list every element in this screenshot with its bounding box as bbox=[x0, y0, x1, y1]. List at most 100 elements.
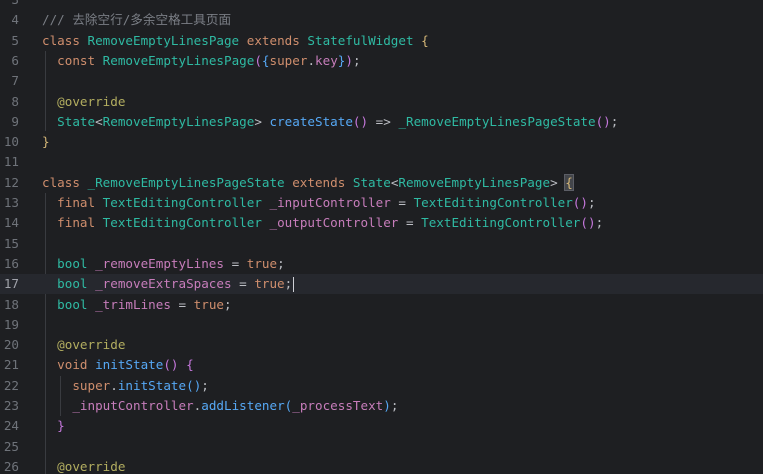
line-number: 5 bbox=[11, 32, 19, 48]
code-token: _inputController bbox=[42, 398, 194, 413]
line-number: 17 bbox=[3, 276, 19, 292]
code-text: _inputController.addListener(_processTex… bbox=[42, 396, 398, 416]
code-line[interactable]: 3 bbox=[0, 0, 763, 10]
code-token: class bbox=[42, 174, 88, 190]
code-line[interactable]: 11 bbox=[0, 152, 763, 172]
code-text: super.initState(); bbox=[42, 376, 209, 396]
code-line[interactable]: 4 /// 去除空行/多余空格工具页面 bbox=[0, 10, 763, 30]
code-token: final bbox=[42, 215, 103, 231]
code-token: ( bbox=[352, 113, 361, 129]
code-token: = bbox=[223, 255, 247, 271]
code-token: { bbox=[261, 52, 270, 68]
line-number: 20 bbox=[3, 337, 19, 353]
code-line[interactable]: 6 const RemoveEmptyLinesPage({super.key}… bbox=[0, 51, 763, 71]
line-number: 6 bbox=[11, 52, 19, 68]
code-token: true bbox=[246, 255, 278, 271]
code-token: State bbox=[42, 113, 96, 129]
code-text: class _RemoveEmptyLinesPageState extends… bbox=[42, 173, 574, 193]
code-token: ( bbox=[580, 215, 588, 231]
code-token: true bbox=[193, 296, 224, 312]
code-text: } bbox=[42, 416, 65, 436]
code-line[interactable]: 5 class RemoveEmptyLinesPage extends Stat… bbox=[0, 31, 763, 51]
code-token: initState bbox=[117, 377, 187, 393]
code-token: { bbox=[421, 32, 429, 48]
code-text: final TextEditingController _outputContr… bbox=[42, 213, 603, 233]
code-token: ) bbox=[170, 357, 179, 373]
code-token: = bbox=[231, 276, 255, 292]
code-line[interactable]: 15 bbox=[0, 234, 763, 254]
line-number: 23 bbox=[3, 398, 19, 413]
code-line[interactable]: 19 bbox=[0, 315, 763, 335]
code-token: => bbox=[368, 113, 399, 129]
code-line[interactable]: 13 final TextEditingController _inputCon… bbox=[0, 193, 763, 213]
code-line[interactable]: 10} bbox=[0, 132, 763, 152]
code-line[interactable]: 20 @override bbox=[0, 335, 763, 355]
line-number: 14 bbox=[3, 215, 19, 231]
code-token: _RemoveEmptyLinesPageState bbox=[87, 174, 285, 190]
code-token: > bbox=[550, 174, 566, 190]
code-token: ( bbox=[254, 52, 262, 68]
code-token: RemoveEmptyLinesPage bbox=[102, 52, 255, 68]
code-token: _trimLines bbox=[95, 296, 171, 312]
code-line[interactable]: 21 void initState() { bbox=[0, 355, 763, 375]
code-text: } bbox=[42, 132, 50, 152]
code-token: super bbox=[42, 377, 111, 393]
code-token: _RemoveEmptyLinesPageState bbox=[398, 113, 596, 129]
line-number: 9 bbox=[11, 113, 19, 129]
code-token: addListener bbox=[201, 398, 285, 413]
code-line[interactable]: 23 _inputController.addListener(_process… bbox=[0, 396, 763, 416]
code-text: class RemoveEmptyLinesPage extends State… bbox=[42, 31, 429, 51]
code-token: = bbox=[390, 195, 414, 210]
code-token: _inputController bbox=[261, 195, 391, 210]
code-text: void initState() { bbox=[42, 355, 194, 375]
code-token: _outputController bbox=[261, 215, 399, 231]
code-line[interactable]: 12 class _RemoveEmptyLinesPageState exten… bbox=[0, 173, 763, 193]
code-token: final bbox=[42, 195, 103, 210]
line-number: 25 bbox=[3, 438, 19, 454]
code-token: ( bbox=[186, 377, 194, 393]
code-line[interactable]: 25 bbox=[0, 437, 763, 457]
code-token: RemoveEmptyLinesPage bbox=[398, 174, 551, 190]
code-token: { bbox=[564, 173, 574, 191]
code-token: _removeEmptyLines bbox=[95, 255, 224, 271]
code-token: ; bbox=[610, 113, 619, 129]
code-text: bool _removeExtraSpaces = true; bbox=[42, 274, 295, 294]
code-text: @override bbox=[42, 457, 125, 474]
code-token: ) bbox=[580, 195, 588, 210]
code-token: initState bbox=[95, 357, 164, 373]
code-token: super bbox=[269, 52, 308, 68]
code-text: @override bbox=[42, 335, 125, 355]
code-editor[interactable]: 3 4 /// 去除空行/多余空格工具页面 5 class RemoveEmptyLin… bbox=[0, 0, 763, 474]
code-token: @override bbox=[42, 93, 126, 109]
code-text: /// 去除空行/多余空格工具页面 bbox=[42, 10, 231, 30]
code-line[interactable]: 8 @override bbox=[0, 92, 763, 112]
code-line[interactable]: 22 super.initState(); bbox=[0, 376, 763, 396]
text-caret bbox=[293, 277, 295, 293]
code-token: class bbox=[42, 32, 88, 48]
code-token: StatefulWidget bbox=[307, 32, 414, 48]
code-line[interactable]: 26 @override bbox=[0, 457, 763, 474]
code-text: @override bbox=[42, 92, 125, 112]
code-token: void bbox=[42, 357, 96, 373]
code-line[interactable]: 14 final TextEditingController _outputCo… bbox=[0, 213, 763, 233]
code-token: ; bbox=[587, 195, 596, 210]
code-token: } bbox=[42, 418, 65, 434]
code-line[interactable]: 24 } bbox=[0, 416, 763, 436]
code-token: ( bbox=[163, 357, 171, 373]
code-token: @override bbox=[42, 337, 126, 353]
code-token: ) bbox=[383, 398, 391, 413]
code-token: . bbox=[110, 377, 118, 393]
code-text: const RemoveEmptyLinesPage({super.key}); bbox=[42, 51, 361, 71]
code-line-current[interactable]: 17 bool _removeExtraSpaces = true; bbox=[0, 274, 763, 295]
code-line[interactable]: 18 bool _trimLines = true; bbox=[0, 295, 763, 315]
line-number: 16 bbox=[3, 255, 19, 271]
code-line[interactable]: 16 bool _removeEmptyLines = true; bbox=[0, 254, 763, 274]
code-token: true bbox=[254, 276, 285, 292]
code-token: ; bbox=[277, 255, 285, 271]
code-token: ; bbox=[352, 52, 361, 68]
code-token: _removeExtraSpaces bbox=[95, 276, 232, 292]
code-line[interactable]: 7 bbox=[0, 71, 763, 91]
code-line[interactable]: 9 State<RemoveEmptyLinesPage> createStat… bbox=[0, 112, 763, 132]
code-token: bool bbox=[42, 296, 96, 312]
code-token: /// 去除空行/多余空格工具页面 bbox=[42, 12, 232, 28]
